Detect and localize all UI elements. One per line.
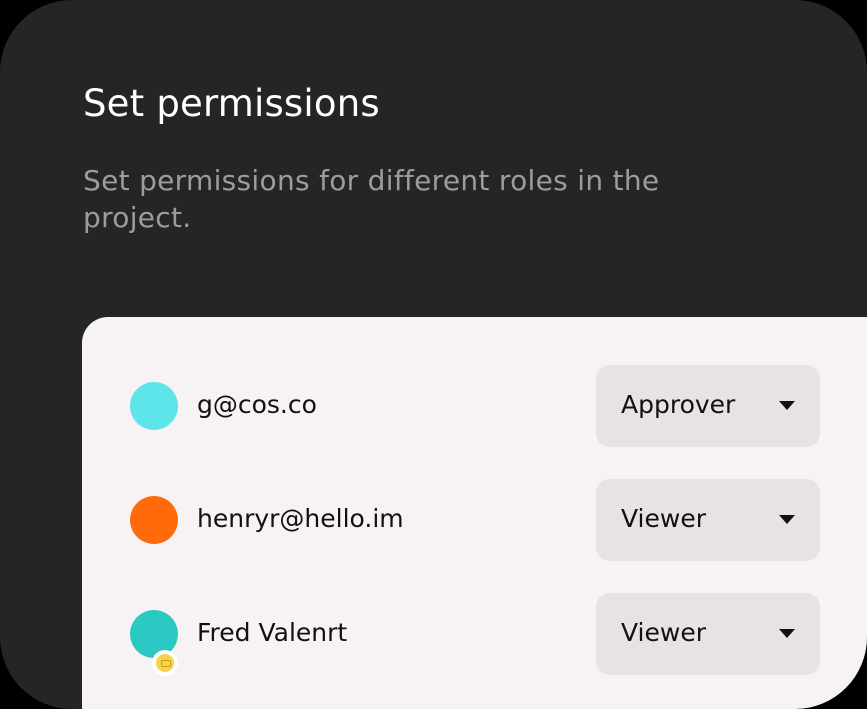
member-row: g@cos.co Approver	[130, 365, 830, 447]
member-email: g@cos.co	[197, 390, 317, 419]
members-panel: g@cos.co Approver henryr@hello.im Viewer…	[82, 317, 867, 709]
avatar	[130, 382, 178, 430]
member-name: Fred Valenrt	[197, 618, 348, 647]
role-select[interactable]: Approver	[596, 365, 820, 447]
avatar-badge	[152, 650, 178, 676]
role-select-value: Approver	[621, 390, 736, 419]
avatar	[130, 496, 178, 544]
member-row: Fred Valenrt Viewer	[130, 593, 830, 676]
caret-down-icon	[779, 515, 795, 524]
avatar	[130, 610, 178, 676]
role-select[interactable]: Viewer	[596, 479, 820, 561]
role-select[interactable]: Viewer	[596, 593, 820, 675]
member-email: henryr@hello.im	[197, 504, 404, 533]
caret-down-icon	[779, 401, 795, 410]
role-select-value: Viewer	[621, 504, 706, 533]
page-title: Set permissions	[83, 82, 380, 125]
member-row: henryr@hello.im Viewer	[130, 479, 830, 561]
ticket-icon	[156, 654, 174, 672]
page-subtitle: Set permissions for different roles in t…	[83, 164, 660, 234]
permissions-card: Set permissions Set permissions for diff…	[0, 0, 867, 709]
role-select-value: Viewer	[621, 618, 706, 647]
caret-down-icon	[779, 629, 795, 638]
